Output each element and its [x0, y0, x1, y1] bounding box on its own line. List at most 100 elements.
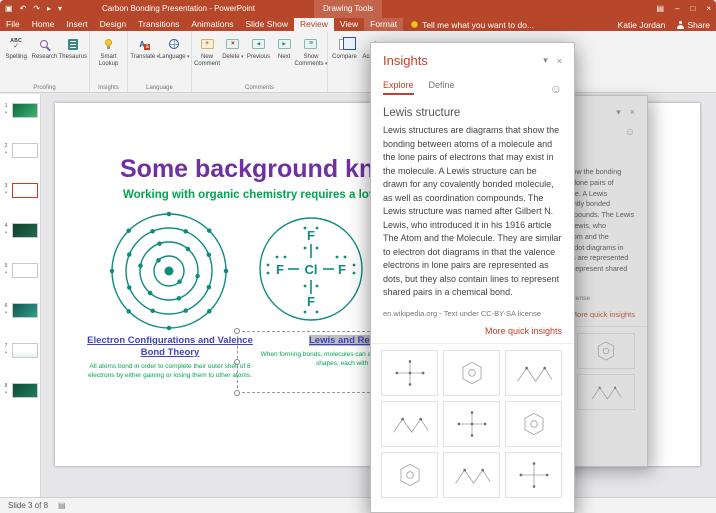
slide-thumbnail-2[interactable]: 2✶	[0, 143, 40, 158]
spelling-icon	[10, 38, 22, 50]
delete-label: Delete	[222, 54, 243, 61]
structure-thumbnail[interactable]	[443, 350, 500, 396]
customize-qat-icon[interactable]: ▾	[58, 2, 62, 16]
research-button[interactable]: Research	[30, 35, 58, 81]
undo-icon[interactable]: ↶	[20, 2, 27, 16]
svg-text:F: F	[307, 228, 315, 243]
thesaurus-button[interactable]: Thesaurus	[59, 35, 87, 81]
save-icon[interactable]: ▣	[5, 2, 13, 16]
tell-me-box[interactable]: Tell me what you want to do...	[411, 18, 534, 31]
close-icon[interactable]: ×	[557, 56, 562, 66]
show-comments-icon	[304, 39, 317, 49]
structure-thumbnail[interactable]	[443, 401, 500, 447]
tab-transitions[interactable]: Transitions	[132, 18, 185, 31]
powerpoint-window: ▣ ↶ ↷ ▸ ▾ Carbon Bonding Presentation - …	[0, 0, 716, 513]
signed-in-user[interactable]: Katie Jordan	[618, 20, 666, 30]
close-icon[interactable]: ×	[706, 2, 711, 16]
slide-thumbnail-8[interactable]: 8✶	[0, 383, 40, 398]
left-textbox[interactable]: Electron Configurations and Valence Bond…	[80, 335, 260, 380]
slide-preview	[12, 343, 38, 358]
slide-title[interactable]: Some background kn	[120, 155, 374, 184]
research-icon	[40, 40, 48, 48]
tab-define[interactable]: Define	[429, 80, 455, 95]
thesaurus-icon	[68, 39, 78, 50]
animation-star-icon: ✶	[4, 390, 8, 396]
translate-button[interactable]: Translate	[131, 35, 159, 81]
tab-animations[interactable]: Animations	[185, 18, 239, 31]
tab-explore[interactable]: Explore	[383, 80, 414, 95]
tab-insert[interactable]: Insert	[60, 18, 93, 31]
slide-preview	[12, 303, 38, 318]
thesaurus-label: Thesaurus	[59, 54, 87, 61]
lewis-structure-diagram[interactable]: F F Cl F F	[255, 213, 367, 330]
smart-lookup-icon	[105, 39, 112, 46]
insights-panel-title: Insights	[383, 53, 534, 68]
smart-lookup-button[interactable]: SmartLookup	[95, 35, 123, 81]
slide-subtitle[interactable]: Working with organic chemistry requires …	[123, 189, 410, 201]
slide-thumbnail-1[interactable]: 1✶	[0, 103, 40, 118]
lightbulb-icon	[411, 21, 418, 28]
chevron-down-icon: ▾	[616, 107, 621, 118]
slide-thumbnail-7[interactable]: 7✶	[0, 343, 40, 358]
more-quick-insights-link[interactable]: More quick insights	[371, 318, 574, 343]
review-ribbon: Spelling Research Thesaurus Proofing Sma…	[0, 31, 716, 93]
slide-thumbnail-5[interactable]: 5✶	[0, 263, 40, 278]
tab-file[interactable]: File	[0, 18, 26, 31]
tab-home[interactable]: Home	[26, 18, 61, 31]
structure-thumbnail[interactable]	[381, 452, 438, 498]
next-comment-button[interactable]: Next	[271, 35, 297, 81]
slide-thumbnail-panel: 1✶ 2✶ 3✶ 4✶ 5✶ 6✶ 7✶ 8✶	[0, 94, 41, 497]
tab-design[interactable]: Design	[94, 18, 132, 31]
new-comment-button[interactable]: NewComment	[194, 35, 220, 81]
structure-thumbnail[interactable]	[505, 401, 562, 447]
contextual-tab-group-label: Drawing Tools	[314, 0, 382, 18]
slide-thumbnail-6[interactable]: 6✶	[0, 303, 40, 318]
spelling-button[interactable]: Spelling	[2, 35, 30, 81]
slide-thumbnail-3[interactable]: 3✶	[0, 183, 40, 198]
share-label: Share	[687, 20, 710, 30]
smart-lookup-label: SmartLookup	[99, 54, 119, 68]
resize-handle[interactable]	[234, 328, 240, 334]
structure-thumbnail[interactable]	[505, 452, 562, 498]
smiley-feedback-icon[interactable]: ☺	[550, 82, 562, 96]
structure-thumbnail[interactable]	[505, 350, 562, 396]
tab-view[interactable]: View	[334, 18, 364, 31]
slide-preview	[12, 143, 38, 158]
minimize-icon[interactable]: –	[675, 2, 679, 16]
chevron-down-icon[interactable]: ▾	[543, 55, 548, 66]
share-button[interactable]: Share	[677, 20, 710, 30]
structure-thumbnail[interactable]	[443, 452, 500, 498]
group-insights: SmartLookup Insights	[90, 31, 128, 92]
structure-thumbnail[interactable]	[381, 401, 438, 447]
image-results	[371, 343, 574, 504]
previous-comment-button[interactable]: Previous	[246, 35, 272, 81]
start-slideshow-icon[interactable]: ▸	[47, 2, 51, 16]
left-textbox-body: All atoms bond in order to complete thei…	[80, 363, 260, 381]
tab-slide-show[interactable]: Slide Show	[239, 18, 294, 31]
tell-me-placeholder: Tell me what you want to do...	[422, 20, 534, 30]
slide-preview	[12, 263, 38, 278]
tab-review[interactable]: Review	[294, 18, 334, 31]
notes-icon[interactable]: ▤	[58, 501, 66, 510]
resize-handle[interactable]	[234, 390, 240, 396]
slide-indicator: Slide 3 of 8	[8, 501, 48, 510]
slide-thumbnail-4[interactable]: 4✶	[0, 223, 40, 238]
redo-icon[interactable]: ↷	[33, 2, 40, 16]
electron-shell-graphic	[107, 209, 231, 333]
show-comments-button[interactable]: ShowComments	[297, 35, 325, 81]
delete-comment-button[interactable]: Delete	[220, 35, 246, 81]
language-button[interactable]: Language	[160, 35, 188, 81]
animation-star-icon: ✶	[4, 270, 8, 276]
group-proofing: Spelling Research Thesaurus Proofing	[0, 31, 90, 92]
maximize-icon[interactable]: □	[690, 2, 695, 16]
structure-thumbnail[interactable]	[381, 350, 438, 396]
spelling-label: Spelling	[5, 54, 26, 61]
electron-shell-diagram[interactable]	[107, 209, 231, 338]
ribbon-display-options-icon[interactable]: ▤	[656, 2, 664, 16]
compare-button[interactable]: Compare	[331, 35, 359, 81]
tab-format[interactable]: Format	[364, 18, 403, 31]
delete-comment-icon	[226, 39, 239, 49]
structure-thumbnail	[577, 333, 635, 369]
ribbon-tab-row: File Home Insert Design Transitions Anim…	[0, 18, 716, 31]
group-language: Translate Language Language	[128, 31, 192, 92]
